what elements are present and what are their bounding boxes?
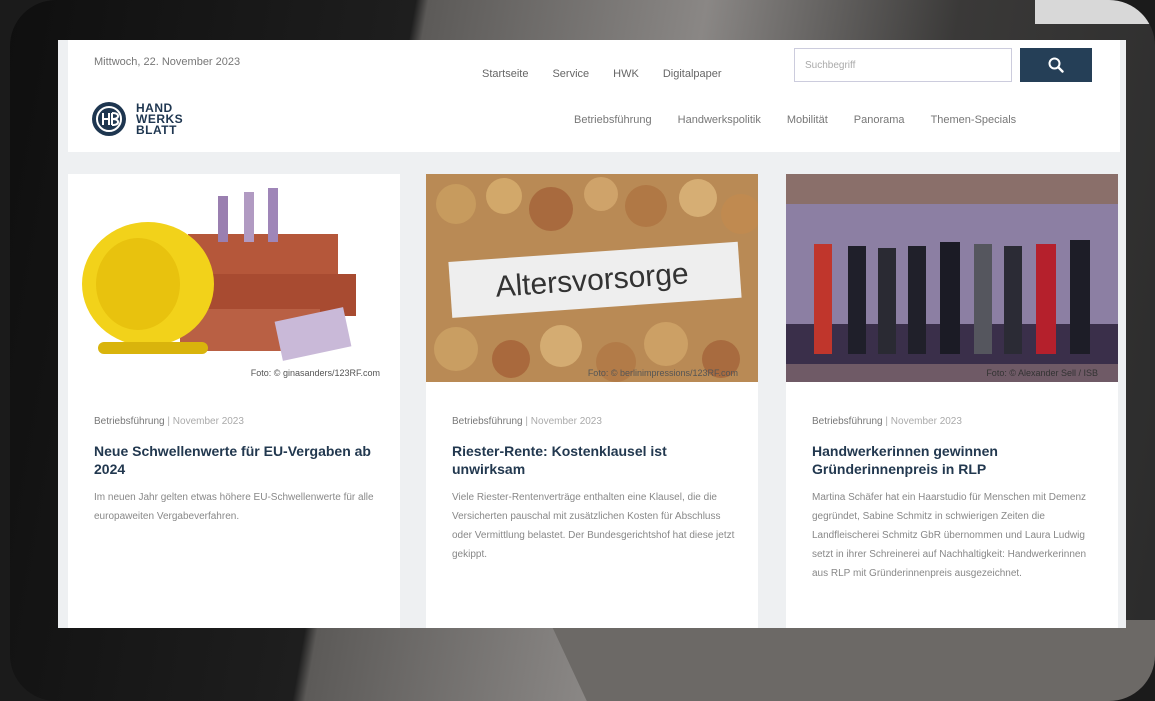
article-category[interactable]: Betriebsführung: [452, 416, 523, 427]
article-date: November 2023: [890, 416, 962, 427]
article-meta: Betriebsführung | November 2023: [94, 416, 244, 427]
topnav-digitalpaper[interactable]: Digitalpaper: [655, 64, 730, 84]
top-nav: Startseite Service HWK Digitalpaper: [474, 64, 730, 84]
article-category[interactable]: Betriebsführung: [812, 416, 883, 427]
helmet-bricks-illustration: [82, 188, 356, 361]
current-date: Mittwoch, 22. November 2023: [94, 56, 241, 68]
topnav-service[interactable]: Service: [544, 64, 597, 84]
device-frame: Mittwoch, 22. November 2023 Startseite S…: [10, 0, 1155, 701]
photo-credit: Foto: © Alexander Sell / ISB: [986, 368, 1098, 378]
search-icon: [1048, 57, 1064, 73]
article-title[interactable]: Riester-Rente: Kostenklausel ist unwirks…: [452, 442, 742, 478]
logo-emblem-icon: [93, 103, 125, 135]
article-category[interactable]: Betriebsführung: [94, 416, 165, 427]
photo-credit: Foto: © ginasanders/123RF.com: [250, 368, 380, 378]
article-teaser: Martina Schäfer hat ein Haarstudio für M…: [812, 492, 1087, 579]
coins-illustration: Altersvorsorge: [434, 177, 758, 382]
nav-mobilitaet[interactable]: Mobilität: [787, 114, 828, 126]
article-image-1[interactable]: Foto: © ginasanders/123RF.com: [68, 174, 400, 382]
nav-panorama[interactable]: Panorama: [854, 114, 905, 126]
logo-wordmark: HAND WERKS BLATT: [136, 102, 183, 137]
meta-separator: |: [885, 416, 888, 427]
article-card-2[interactable]: Altersvorsorge Foto: © berlinimpressions…: [426, 174, 758, 628]
photo-credit: Foto: © berlinimpressions/123RF.com: [587, 368, 738, 378]
article-date: November 2023: [172, 416, 244, 427]
site-logo[interactable]: HAND WERKS BLATT: [92, 102, 183, 136]
article-meta: Betriebsführung | November 2023: [452, 416, 602, 427]
frame-stripe: [549, 620, 1155, 701]
site-header: Mittwoch, 22. November 2023 Startseite S…: [68, 40, 1120, 152]
main-nav: Betriebsführung Handwerkspolitik Mobilit…: [574, 114, 1016, 126]
article-card-1[interactable]: Foto: © ginasanders/123RF.com Betriebsfü…: [68, 174, 400, 628]
article-meta: Betriebsführung | November 2023: [812, 416, 962, 427]
topnav-hwk[interactable]: HWK: [605, 64, 647, 84]
logo-mark: [92, 102, 126, 136]
topnav-startseite[interactable]: Startseite: [474, 64, 536, 84]
article-title[interactable]: Handwerkerinnen gewinnen Gründerinnenpre…: [812, 442, 1102, 478]
bezel-corner: [1035, 0, 1155, 24]
article-image-3[interactable]: Foto: © Alexander Sell / ISB: [786, 174, 1118, 382]
browser-screen: Mittwoch, 22. November 2023 Startseite S…: [58, 40, 1126, 628]
article-card-3[interactable]: Foto: © Alexander Sell / ISB Betriebsfüh…: [786, 174, 1118, 628]
article-image-2[interactable]: Altersvorsorge Foto: © berlinimpressions…: [426, 174, 758, 382]
nav-handwerkspolitik[interactable]: Handwerkspolitik: [678, 114, 761, 126]
search-button[interactable]: [1020, 48, 1092, 82]
meta-separator: |: [525, 416, 528, 427]
nav-betriebsfuehrung[interactable]: Betriebsführung: [574, 114, 652, 126]
nav-themen-specials[interactable]: Themen-Specials: [931, 114, 1017, 126]
search-input[interactable]: [794, 48, 1012, 82]
meta-separator: |: [167, 416, 170, 427]
article-date: November 2023: [530, 416, 602, 427]
logo-line-3: BLATT: [136, 122, 177, 137]
article-title[interactable]: Neue Schwellenwerte für EU-Vergaben ab 2…: [94, 442, 384, 478]
article-teaser: Viele Riester-Rentenverträge enthalten e…: [452, 492, 735, 560]
article-teaser: Im neuen Jahr gelten etwas höhere EU-Sch…: [94, 492, 374, 522]
award-photo-illustration: [786, 174, 1118, 364]
